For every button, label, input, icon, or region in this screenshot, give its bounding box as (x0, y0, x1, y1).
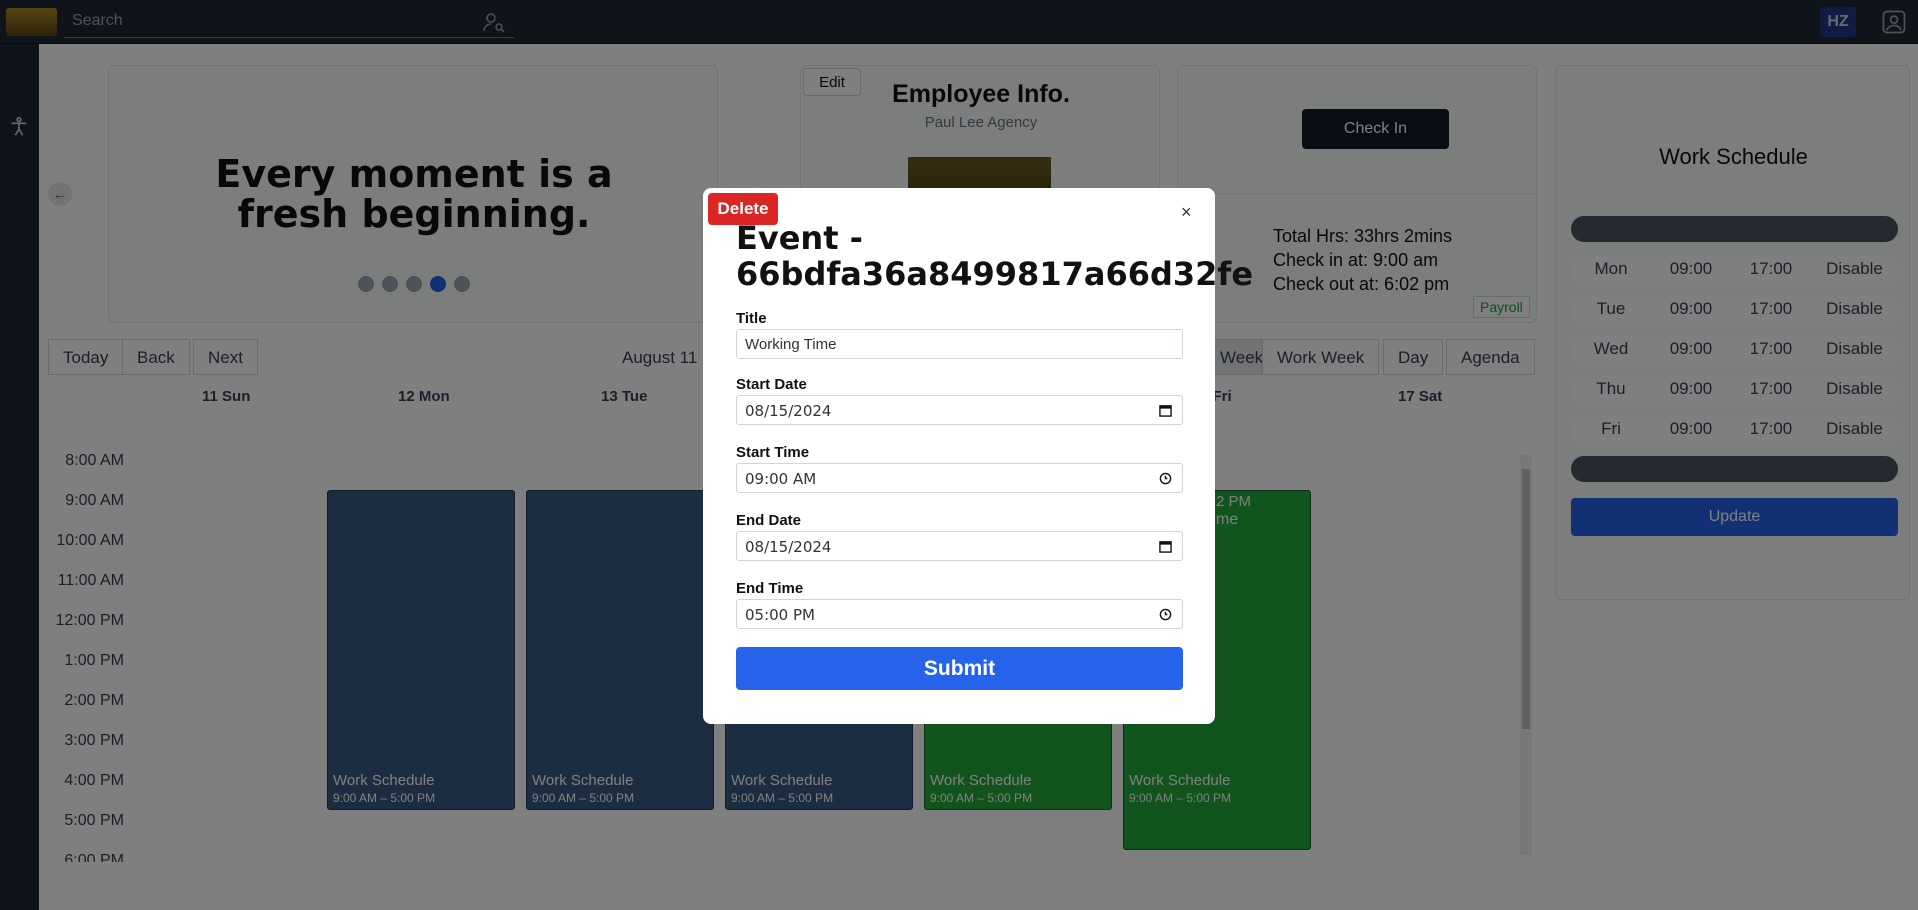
start-time-value: 09:00 AM (745, 470, 817, 488)
end-date-input[interactable]: 08/15/2024 (736, 531, 1183, 561)
calendar-icon[interactable] (1159, 404, 1172, 417)
end-date-value: 08/15/2024 (745, 538, 832, 556)
start-date-value: 08/15/2024 (745, 402, 832, 420)
title-input[interactable]: Working Time (736, 329, 1183, 359)
start-time-input[interactable]: 09:00 AM (736, 463, 1183, 493)
submit-button[interactable]: Submit (736, 647, 1183, 690)
start-date-input[interactable]: 08/15/2024 (736, 395, 1183, 425)
clock-icon[interactable] (1159, 608, 1172, 621)
end-time-value: 05:00 PM (745, 606, 815, 624)
event-modal: Delete × Event - 66bdfa36a8499817a66d32f… (703, 188, 1254, 724)
end-time-input[interactable]: 05:00 PM (736, 599, 1183, 629)
calendar-icon[interactable] (1159, 540, 1172, 553)
start-time-label: Start Time (736, 444, 810, 461)
start-date-label: Start Date (736, 376, 807, 393)
end-time-label: End Time (736, 580, 804, 597)
modal-title: Event - 66bdfa36a8499817a66d32fe (736, 219, 1254, 293)
title-label: Title (736, 310, 767, 327)
end-date-label: End Date (736, 512, 802, 529)
clock-icon[interactable] (1159, 472, 1172, 485)
